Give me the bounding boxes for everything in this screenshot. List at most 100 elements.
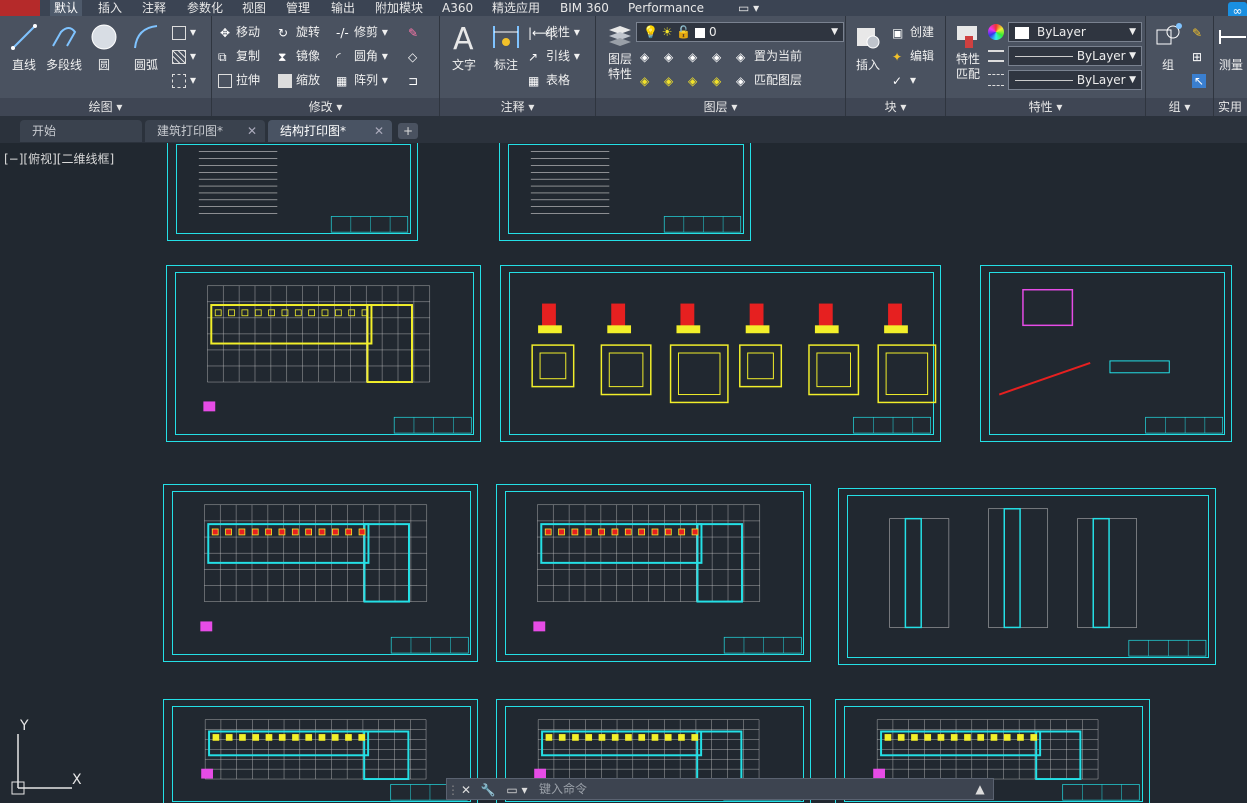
dimension-button[interactable]: 标注 (486, 22, 526, 73)
offset-tool[interactable]: ⊐ (408, 70, 426, 90)
new-tab-button[interactable]: + (398, 123, 418, 139)
table-button[interactable]: ▦ 表格 (528, 70, 570, 90)
layer-tool-5[interactable]: ◈ (640, 70, 658, 90)
insert-button[interactable]: 插入 (848, 22, 888, 73)
layer-tool-2[interactable]: ◈ (664, 46, 682, 66)
scale-button[interactable]: 缩放 (278, 70, 320, 90)
drawing-sheet[interactable] (500, 265, 941, 442)
tab-a360[interactable]: A360 (438, 0, 477, 16)
tab-bim360[interactable]: BIM 360 (556, 0, 613, 16)
drawing-sheet[interactable] (838, 488, 1216, 665)
workspace-toggle-icon[interactable]: ▭ ▾ (734, 0, 763, 16)
match-layer-button[interactable]: ◈ 匹配图层 (736, 70, 802, 90)
match-properties-button[interactable]: 特性 匹配 (948, 22, 988, 82)
doc-tab-start[interactable]: 开始 (20, 120, 142, 142)
tab-annotate[interactable]: 注释 (138, 0, 170, 16)
layer-properties-button[interactable]: 图层 特性 (600, 22, 640, 82)
doc-tab-structure[interactable]: 结构打印图* ✕ (268, 120, 392, 142)
rotate-button[interactable]: ↻ 旋转 (278, 22, 320, 42)
polyline-button[interactable]: 多段线 (44, 22, 84, 73)
layer-dropdown[interactable]: 💡 ☀ 🔓 0 ▼ (636, 22, 844, 42)
chevron-up-icon[interactable]: ▲ (971, 780, 989, 798)
linetype-dropdown[interactable]: ByLayer ▼ (1008, 46, 1142, 66)
panel-properties-title[interactable]: 特性 ▾ (946, 98, 1145, 116)
group-edit-tool[interactable]: ⊞ (1192, 46, 1210, 66)
drawing-sheet[interactable] (166, 265, 481, 442)
panel-annotation-title[interactable]: 注释 ▾ (440, 98, 595, 116)
linear-button[interactable]: |⟷|线性 ▾ (528, 22, 580, 42)
explode-tool[interactable]: ◇ (408, 46, 426, 66)
panel-utilities-title[interactable]: 实用 (1214, 98, 1247, 116)
create-block-button[interactable]: ▣ 创建 (892, 22, 934, 42)
drawing-sheet[interactable] (163, 699, 478, 803)
doc-tab-architecture[interactable]: 建筑打印图* ✕ (145, 120, 265, 142)
drawing-sheet[interactable] (499, 143, 751, 241)
circle-label: 圆 (97, 58, 110, 72)
close-icon[interactable]: ✕ (247, 120, 257, 142)
tab-output[interactable]: 输出 (327, 0, 359, 16)
arc-button[interactable]: 圆弧 (126, 22, 166, 73)
grip-handle[interactable]: ⋮ (447, 781, 459, 799)
tab-addins[interactable]: 附加模块 (371, 0, 427, 16)
drawing-sheet[interactable] (163, 484, 478, 662)
panel-block-title[interactable]: 块 ▾ (846, 98, 945, 116)
viewport-controls[interactable]: [−][俯视][二维线框] (4, 150, 114, 167)
hatch-tool[interactable]: ▾ (172, 46, 196, 66)
fillet-button[interactable]: ◜ 圆角 ▾ (336, 46, 388, 66)
tab-view[interactable]: 视图 (238, 0, 270, 16)
array-icon: ▦ (336, 73, 348, 88)
tab-insert[interactable]: 插入 (94, 0, 126, 16)
tab-featured-apps[interactable]: 精选应用 (488, 0, 544, 16)
layer-tool-8[interactable]: ◈ (712, 70, 730, 90)
copy-button[interactable]: ⧉ 复制 (218, 46, 260, 66)
panel-groups-title[interactable]: 组 ▾ (1146, 98, 1213, 116)
drawing-sheet[interactable] (980, 265, 1232, 442)
command-prompt-icon[interactable]: ▭ ▾ (503, 781, 531, 799)
sheet-drawing (201, 719, 468, 801)
tab-performance[interactable]: Performance (624, 0, 708, 16)
panel-modify-title[interactable]: 修改 ▾ (212, 98, 439, 116)
drawing-canvas[interactable]: [−][俯视][二维线框] (0, 143, 1247, 803)
wrench-icon[interactable]: 🔧 (479, 781, 497, 799)
sun-icon: ☀ (661, 25, 673, 39)
lineweight-dropdown[interactable]: ByLayer ▼ (1008, 70, 1142, 90)
tab-parametric[interactable]: 参数化 (183, 0, 227, 16)
layer-tool-7[interactable]: ◈ (688, 70, 706, 90)
panel-layers-title[interactable]: 图层 ▾ (596, 98, 845, 116)
rectangle-tool[interactable]: ▾ (172, 22, 196, 42)
layer-tool-4[interactable]: ◈ (712, 46, 730, 66)
stretch-button[interactable]: 拉伸 (218, 70, 260, 90)
erase-tool[interactable]: ✎ (408, 22, 426, 42)
tab-manage[interactable]: 管理 (282, 0, 314, 16)
panel-draw-title[interactable]: 绘图 ▾ (0, 98, 211, 116)
edit-block-button[interactable]: ✦ 编辑 (892, 46, 934, 66)
color-dropdown[interactable]: ByLayer ▼ (1008, 22, 1142, 42)
block-attributes-button[interactable]: ✓ ▾ (892, 70, 916, 90)
layer-tool-3[interactable]: ◈ (688, 46, 706, 66)
region-tool[interactable]: ▾ (172, 70, 196, 90)
ungroup-tool[interactable]: ✎ (1192, 22, 1210, 42)
layer-tool-1[interactable]: ◈ (640, 46, 658, 66)
mirror-button[interactable]: ⧗ 镜像 (278, 46, 320, 66)
layer-tool-6[interactable]: ◈ (664, 70, 682, 90)
application-menu-button[interactable] (0, 0, 40, 16)
trim-button[interactable]: -/- 修剪 ▾ (336, 22, 388, 42)
close-icon[interactable]: ✕ (374, 120, 384, 142)
group-select-tool[interactable]: ↖ (1192, 70, 1210, 90)
move-button[interactable]: ✥ 移动 (218, 22, 260, 42)
text-button[interactable]: A 文字 (444, 22, 484, 73)
set-current-button[interactable]: ◈ 置为当前 (736, 46, 802, 66)
measure-button[interactable]: 测量 (1216, 22, 1246, 73)
drawing-sheet[interactable] (496, 484, 811, 662)
tab-default[interactable]: 默认 (50, 0, 83, 16)
close-icon[interactable]: ✕ (457, 781, 475, 799)
group-button[interactable]: 组 (1148, 22, 1188, 73)
circle-button[interactable]: 圆 (84, 22, 124, 73)
leader-button[interactable]: ↗ 引线 ▾ (528, 46, 580, 66)
array-button[interactable]: ▦ 阵列 ▾ (336, 70, 388, 90)
drawing-sheet[interactable] (167, 143, 418, 241)
line-button[interactable]: 直线 (4, 22, 44, 73)
explode-icon: ◇ (408, 49, 418, 64)
autocad-window: 默认 插入 注释 参数化 视图 管理 输出 附加模块 A360 精选应用 BIM… (0, 0, 1247, 803)
command-input[interactable]: 键入命令 (539, 780, 587, 798)
